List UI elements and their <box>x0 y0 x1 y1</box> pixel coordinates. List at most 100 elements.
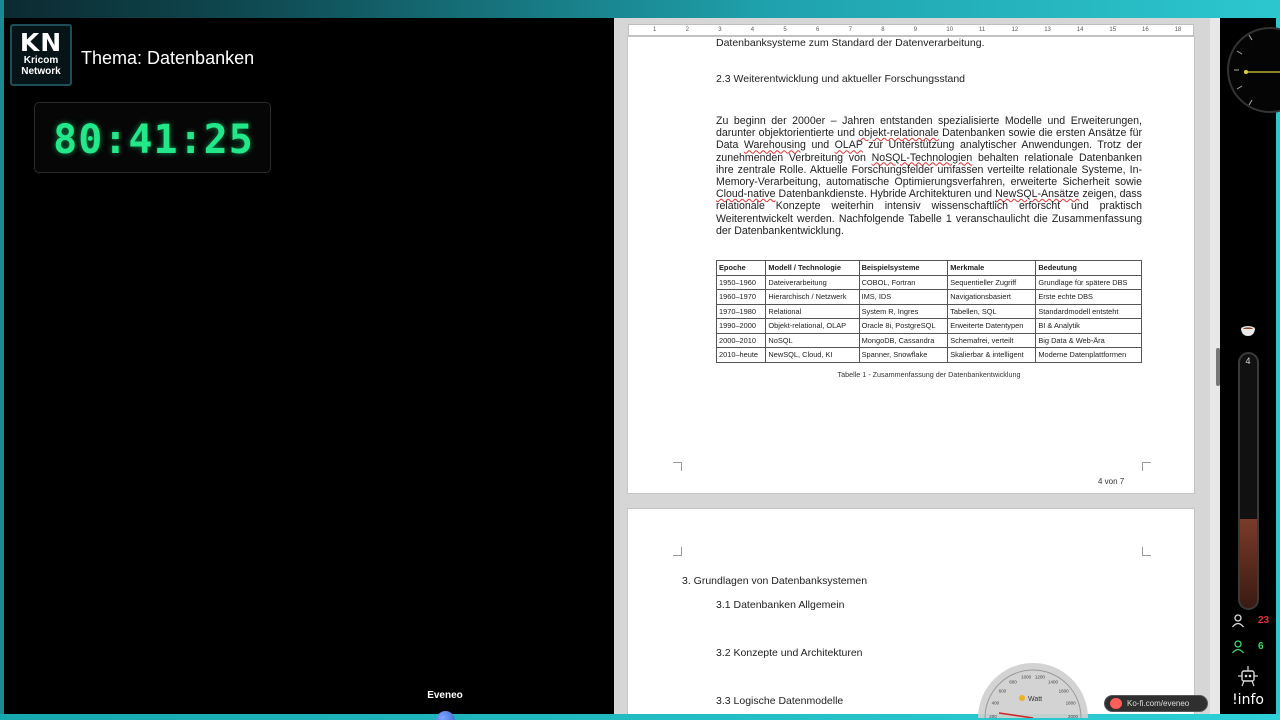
table-header-cell: Epoche <box>715 260 767 276</box>
table-caption: Tabelle 1 - Zusammenfassung der Datenban… <box>837 370 1021 379</box>
page-corner-mark <box>1142 547 1151 556</box>
paragraph-text: Datenbankdienste. Hybride Architekturen … <box>775 188 996 201</box>
doc-line-top: Datenbanksysteme zum Standard der Datenv… <box>716 37 985 49</box>
speedo-tick-label: 1400 <box>1048 679 1059 684</box>
ruler-mark: 9 <box>913 27 918 33</box>
table-cell: NoSQL <box>765 332 860 348</box>
thermometer-value: 4 <box>1245 356 1251 366</box>
document-page-5[interactable]: 3. Grundlagen von Datenbanksystemen 3.1 … <box>627 508 1195 714</box>
info-widget: !info <box>1224 660 1272 712</box>
ruler-mark: 11 <box>979 27 986 33</box>
channel-logo: KN Kricom Network <box>10 24 72 86</box>
thermometer-fill <box>1240 519 1257 608</box>
table-cell: Oracle 8i, PostgreSQL <box>858 318 949 334</box>
table-row: 2000–2010 NoSQL MongoDB, Cassandra Schemafr… <box>715 332 1142 348</box>
viewer-count-1: 23 <box>1258 615 1270 626</box>
speedo-tick-label: 2000 <box>1068 714 1079 718</box>
ruler-mark: 5 <box>783 27 787 33</box>
table-cell: System R, Ingres <box>858 303 949 319</box>
speedo-indicator-icon <box>1019 695 1025 701</box>
table-cell: Spanner, Snowflake <box>858 347 949 363</box>
table-header-cell: Beispielsysteme <box>858 260 949 276</box>
document-view[interactable]: 1 2 3 4 5 6 7 8 9 10 11 12 13 14 15 16 18 Datenbanksyste… <box>614 18 1220 714</box>
avatar-name: Eveneo <box>427 690 463 701</box>
table-cell: 2000–2010 <box>715 332 767 348</box>
ruler-mark: 14 <box>1076 27 1084 33</box>
page-corner-mark <box>1142 462 1151 471</box>
viewer-count-row: 6 <box>1220 638 1276 658</box>
table-cell: Erste echte DBS <box>1035 289 1142 305</box>
avatar <box>436 711 455 720</box>
kofi-cup-icon <box>1110 698 1122 709</box>
stream-timer: 80:41:25 <box>53 117 254 163</box>
spellcheck-word: NoSQL-Technologien <box>871 151 973 164</box>
data-table: Epoche Modell / Technologie Beispielsystem… <box>715 260 1142 363</box>
paragraph-text: und <box>805 139 835 152</box>
table-cell: Standardmodell entsteht <box>1035 303 1142 319</box>
table-cell: NewSQL, Cloud, KI <box>765 347 860 363</box>
table-cell: Dateiverarbeitung <box>765 274 860 290</box>
ruler-mark: 7 <box>848 27 852 33</box>
ruler-mark: 1 <box>653 27 657 33</box>
speedo-tick-label: 600 <box>999 688 1007 693</box>
spellcheck-word: Warehousing <box>743 139 806 152</box>
user-icon <box>1231 614 1245 628</box>
ruler-mark: 2 <box>685 27 689 33</box>
table-row: 1970–1980 Relational System R, Ingres Tabel… <box>715 303 1142 319</box>
section-heading-3-1: 3.1 Datenbanken Allgemein <box>716 599 845 611</box>
table-header-cell: Bedeutung <box>1035 260 1142 276</box>
table-row: 2010–heute NewSQL, Cloud, KI Spanner, Snow… <box>715 347 1142 363</box>
speedo-tick-label: 1200 <box>1035 675 1046 680</box>
stream-widgets-panel: 4 23 6 !info <box>1220 18 1280 714</box>
stream-overlay-panel: KN Kricom Network Thema: Datenbanken 80:… <box>4 18 614 720</box>
table-cell: Objekt-relational, OLAP <box>765 318 860 334</box>
ruler-mark: 13 <box>1044 27 1051 33</box>
spellcheck-word: NewSQL-Ansätze <box>995 188 1080 201</box>
speedo-tick-label: 400 <box>992 700 1000 705</box>
spellcheck-word: OLAP <box>834 139 863 152</box>
coffee-cup-icon <box>1241 326 1255 336</box>
speedo-label: Watt <box>1028 696 1042 703</box>
ruler-mark: 8 <box>881 27 885 33</box>
logo-main: KN <box>19 28 63 57</box>
ruler-mark: 4 <box>750 27 755 33</box>
ruler-mark: 18 <box>1174 27 1182 33</box>
document-page-4[interactable]: Datenbanksysteme zum Standard der Datenv… <box>627 36 1195 494</box>
speedo-tick-label: 200 <box>989 714 997 718</box>
table-cell: MongoDB, Cassandra <box>858 332 949 348</box>
section-heading-2-3: 2.3 Weiterentwicklung und aktueller Fors… <box>716 73 966 85</box>
table-cell: 1990–2000 <box>715 318 767 334</box>
speedo-tick-label: 1800 <box>1066 700 1077 705</box>
section-heading-3-2: 3.2 Konzepte und Architekturen <box>716 647 863 659</box>
table-cell: Erweiterte Datentypen <box>947 318 1037 334</box>
table-cell: Hierarchisch / Netzwerk <box>765 289 860 305</box>
table-cell: Navigationsbasiert <box>947 289 1037 305</box>
stream-topic: Thema: Datenbanken <box>81 48 255 68</box>
section-heading-3-3: 3.3 Logische Datenmodelle <box>716 695 844 707</box>
section-heading-3: 3. Grundlagen von Datenbanksystemen <box>682 575 868 587</box>
table-row: 1990–2000 Objekt-relational, OLAP Oracle 8… <box>715 318 1142 334</box>
progress-thermometer <box>1238 352 1259 610</box>
table-cell: Tabellen, SQL <box>947 303 1037 319</box>
user-icon <box>1231 640 1245 654</box>
table-cell: Grundlage für spätere DBS <box>1035 274 1142 290</box>
horizontal-ruler[interactable]: 1 2 3 4 5 6 7 8 9 10 11 12 13 14 15 16 18 <box>628 24 1194 36</box>
table-cell: 1950–1960 <box>715 274 767 290</box>
table-cell: 1960–1970 <box>715 289 767 305</box>
timer-box: 80:41:25 <box>34 102 271 173</box>
table-cell: Relational <box>765 303 860 319</box>
table-cell: Sequentieller Zugriff <box>947 274 1037 290</box>
spellcheck-word: objekt-relationale <box>858 127 939 140</box>
table-cell: 1970–1980 <box>715 303 767 319</box>
speedo-tick-label: 800 <box>1009 679 1017 684</box>
logo-line2: Network <box>21 66 61 77</box>
table-header-cell: Modell / Technologie <box>765 260 860 276</box>
table-cell: Schemafrei, verteilt <box>947 332 1037 348</box>
spellcheck-word: Cloud-native <box>716 188 776 201</box>
ruler-mark: 16 <box>1142 27 1149 33</box>
kofi-link[interactable]: Ko-fi.com/eveneo <box>1104 695 1208 712</box>
table-cell: IMS, IDS <box>858 289 949 305</box>
ruler-mark: 12 <box>1011 27 1019 33</box>
clock-gauge-icon <box>1227 27 1280 113</box>
table-cell: Skalierbar & intelligent <box>947 347 1037 363</box>
